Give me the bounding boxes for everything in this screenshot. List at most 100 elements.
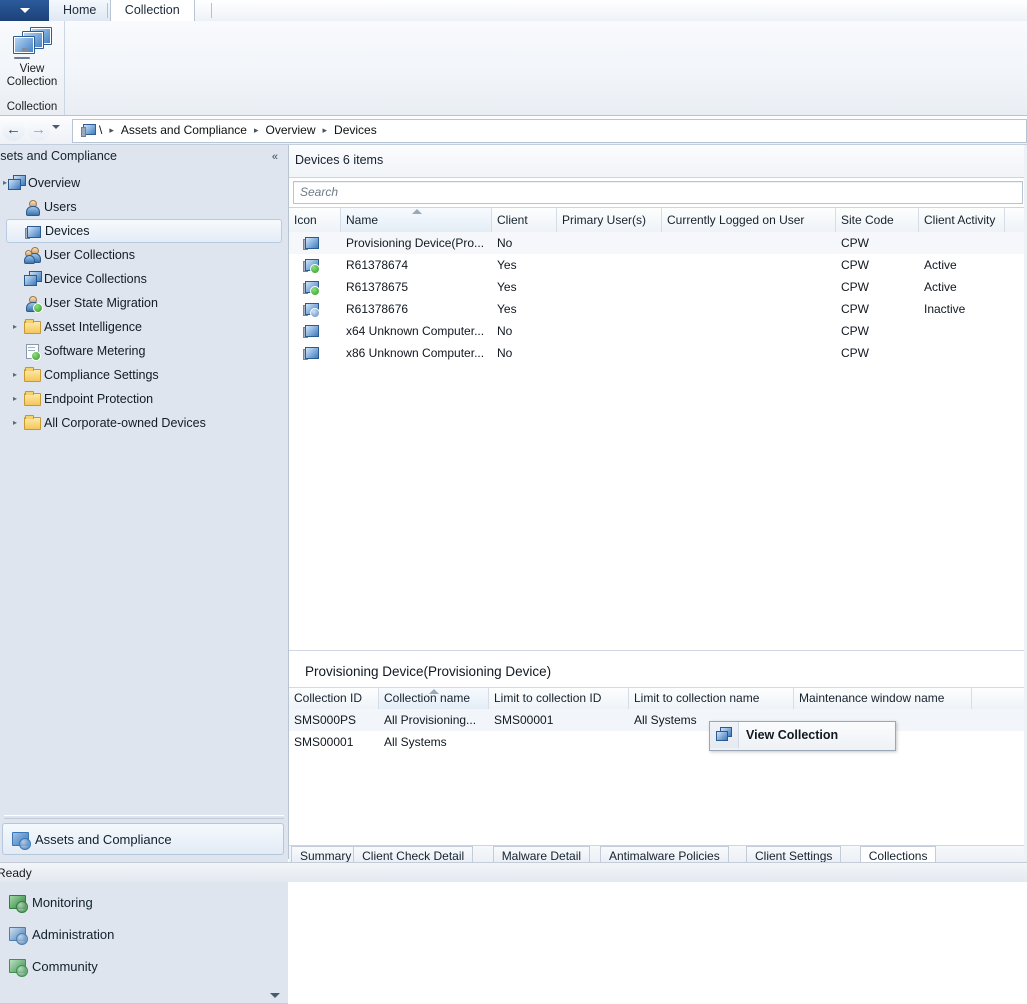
cell-site-code: CPW — [836, 276, 919, 298]
tree-item-endpoint-protection[interactable]: ▸ Endpoint Protection — [0, 387, 288, 411]
tree-item-label: Software Metering — [44, 339, 145, 363]
view-collection-icon — [12, 27, 52, 61]
tree-item-software-metering[interactable]: Software Metering — [0, 339, 288, 363]
detail-column-header-maintenance-window-name[interactable]: Maintenance window name — [794, 688, 972, 710]
detail-column-header-collection-id[interactable]: Collection ID — [289, 688, 379, 710]
folder-icon — [24, 319, 40, 335]
cell-primary-user — [557, 320, 662, 342]
tree-item-compliance-settings[interactable]: ▸ Compliance Settings — [0, 363, 288, 387]
detail-cell-collection-name: All Provisioning... — [379, 709, 489, 731]
detail-cell-collection-name: All Systems — [379, 731, 489, 753]
user-icon — [24, 199, 40, 215]
tree-item-all-corporate-owned-devices[interactable]: ▸ All Corporate-owned Devices — [0, 411, 288, 435]
breadcrumb[interactable]: \▸Assets and Compliance▸Overview▸Devices — [72, 119, 1027, 143]
tree-expander-icon[interactable]: ▸ — [10, 363, 20, 387]
back-button[interactable]: ← — [2, 119, 25, 141]
search-input[interactable]: Search — [293, 181, 1023, 204]
metering-icon — [24, 343, 40, 359]
context-menu-item-view-collection[interactable]: View Collection — [746, 728, 838, 742]
ribbon-tab-home[interactable]: Home — [49, 0, 110, 21]
cell-logged-on-user — [662, 320, 836, 342]
tree-item-label: Devices — [45, 220, 89, 242]
column-header-site-code[interactable]: Site Code — [836, 208, 919, 233]
view-collection-label-line2: Collection — [0, 76, 64, 89]
workspace-assets-and-compliance[interactable]: Assets and Compliance — [2, 823, 284, 855]
column-header-icon[interactable]: Icon — [289, 208, 341, 233]
column-header-client[interactable]: Client — [492, 208, 557, 233]
search-row: Search — [289, 178, 1027, 207]
view-collection-label-line1: View — [0, 63, 64, 76]
navigation-pane: ssets and Compliance « ▸OverviewUsersDev… — [0, 145, 289, 859]
column-header-primary-user-s[interactable]: Primary User(s) — [557, 208, 662, 233]
breadcrumb-item-1[interactable]: Overview — [265, 120, 315, 141]
user-collection-icon — [24, 247, 40, 263]
detail-table-row[interactable]: SMS000PSAll Provisioning...SMS00001All S… — [289, 709, 1027, 731]
workspace-monitoring[interactable]: Monitoring — [0, 887, 288, 919]
device-icon — [303, 345, 319, 361]
cell-primary-user — [557, 276, 662, 298]
cell-client: No — [492, 320, 557, 342]
ribbon-group-collection: View Collection Collection — [0, 21, 65, 115]
cell-client-activity: Inactive — [919, 298, 1005, 320]
table-row[interactable]: R61378674YesCPWActive — [289, 254, 1027, 276]
cell-site-code: CPW — [836, 342, 919, 364]
monitors-icon — [8, 175, 24, 191]
forward-arrow-icon: → — [27, 119, 50, 141]
tree-item-asset-intelligence[interactable]: ▸ Asset Intelligence — [0, 315, 288, 339]
tree-item-label: All Corporate-owned Devices — [44, 411, 206, 435]
tree-item-label: Compliance Settings — [44, 363, 159, 387]
workspace-administration[interactable]: Administration — [0, 919, 288, 951]
breadcrumb-separator-icon: ▸ — [109, 120, 114, 141]
tree-expander-icon[interactable]: ▸ — [10, 411, 20, 435]
column-header-currently-logged-on-user[interactable]: Currently Logged on User — [662, 208, 836, 233]
tree-expander-icon[interactable]: ▸ — [10, 315, 20, 339]
device-icon — [303, 235, 319, 251]
detail-column-header-limit-to-collection-id[interactable]: Limit to collection ID — [489, 688, 629, 710]
breadcrumb-item-2[interactable]: Devices — [334, 120, 377, 141]
view-collection-icon — [716, 727, 732, 743]
breadcrumb-item-0[interactable]: Assets and Compliance — [121, 120, 247, 141]
sort-ascending-icon — [412, 209, 422, 214]
table-row[interactable]: R61378676YesCPWInactive — [289, 298, 1027, 320]
cell-site-code: CPW — [836, 254, 919, 276]
tree-item-devices[interactable]: Devices — [6, 219, 282, 243]
detail-column-header-limit-to-collection-name[interactable]: Limit to collection name — [629, 688, 794, 710]
cell-client-activity — [919, 342, 1005, 364]
cell-logged-on-user — [662, 276, 836, 298]
detail-pane-title: Provisioning Device(Provisioning Device) — [305, 664, 551, 679]
tree-item-overview[interactable]: ▸Overview — [0, 171, 288, 195]
workspace-community[interactable]: Community — [0, 951, 288, 983]
detail-column-header-blank[interactable] — [972, 688, 1027, 710]
table-row[interactable]: x86 Unknown Computer...NoCPW — [289, 342, 1027, 364]
column-header-client-activity[interactable]: Client Activity — [919, 208, 1005, 233]
ribbon-tab-collection[interactable]: Collection — [110, 0, 195, 21]
table-row[interactable]: R61378675YesCPWActive — [289, 276, 1027, 298]
results-pane: Devices 6 items Search IconNameClientPri… — [289, 145, 1027, 859]
tree-item-users[interactable]: Users — [0, 195, 288, 219]
recent-locations-chevron-down-icon[interactable] — [52, 125, 60, 129]
workspace-more-chevron-down-icon[interactable] — [270, 993, 280, 998]
tree-item-label: Endpoint Protection — [44, 387, 153, 411]
cell-name: R61378675 — [341, 276, 492, 298]
collapse-pane-icon[interactable]: « — [272, 151, 278, 163]
forward-button[interactable]: → — [27, 119, 50, 141]
community-icon — [8, 957, 28, 977]
cell-client-activity: Active — [919, 276, 1005, 298]
workspace-label: Community — [32, 959, 98, 974]
tree-item-label: Asset Intelligence — [44, 315, 142, 339]
tree-expander-icon[interactable]: ▸ — [10, 387, 20, 411]
table-row[interactable]: Provisioning Device(Pro...NoCPW — [289, 232, 1027, 254]
tree-item-user-collections[interactable]: User Collections — [0, 243, 288, 267]
cell-site-code: CPW — [836, 320, 919, 342]
navigation-bar: ← → \▸Assets and Compliance▸Overview▸Dev… — [0, 116, 1027, 145]
view-collection-button[interactable]: View Collection — [0, 23, 64, 93]
user-migration-icon — [24, 295, 40, 311]
table-row[interactable]: x64 Unknown Computer...NoCPW — [289, 320, 1027, 342]
tree-item-user-state-migration[interactable]: User State Migration — [0, 291, 288, 315]
application-menu-button[interactable] — [0, 0, 50, 21]
tree-item-device-collections[interactable]: Device Collections — [0, 267, 288, 291]
folder-icon — [24, 415, 40, 431]
detail-table-row[interactable]: SMS00001All Systems — [289, 731, 1027, 753]
breadcrumb-root[interactable]: \ — [99, 120, 102, 141]
computer-icon — [81, 124, 95, 136]
